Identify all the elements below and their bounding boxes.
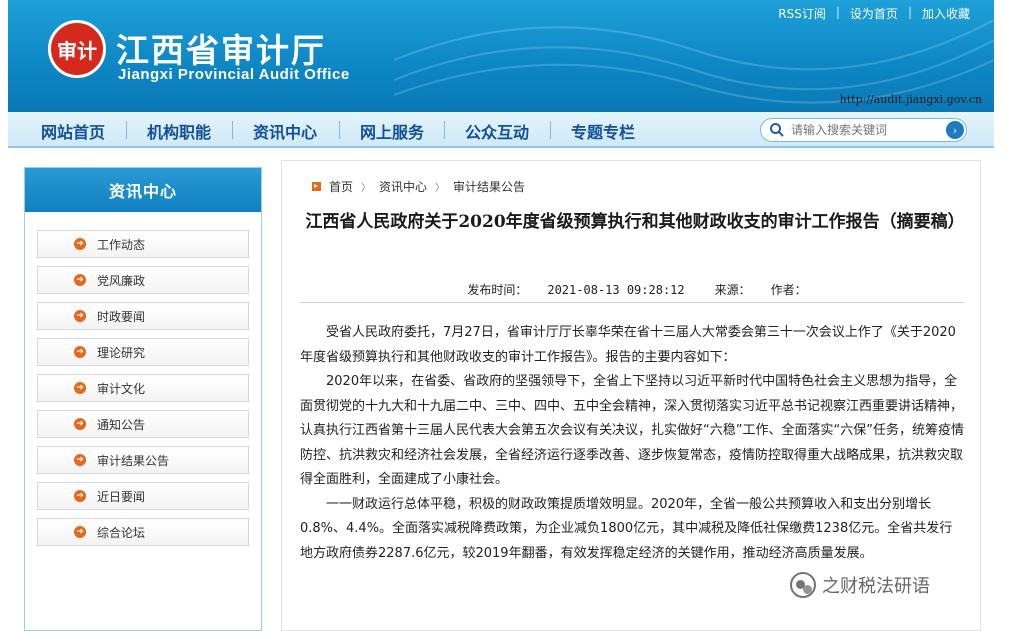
article-title: 江西省人民政府关于2020年度省级预算执行和其他财政收支的审计工作报告（摘要稿） — [305, 212, 965, 232]
sidebar-item-label: 审计文化 — [97, 381, 146, 396]
article-paragraph: 一一财政运行总体平稳，积极的财政政策提质增效明显。2020年，全省一般公共预算收… — [300, 496, 953, 561]
sidebar-item-current-affairs[interactable]: ➔ 时政要闻 — [37, 302, 249, 330]
nav-item-home[interactable]: 网站首页 — [41, 119, 105, 143]
sidebar-title: 资讯中心 — [25, 168, 261, 212]
sidebar-item-label: 党风廉政 — [97, 273, 146, 288]
wechat-icon — [790, 572, 816, 598]
sidebar-item-label: 工作动态 — [97, 237, 146, 252]
sidebar-item-work-news[interactable]: ➔ 工作动态 — [37, 230, 249, 258]
sidebar-item-label: 时政要闻 — [97, 309, 146, 324]
sidebar-item-label: 近日要闻 — [97, 489, 146, 504]
arrow-right-icon: ➔ — [74, 418, 86, 430]
sidebar-item-label: 审计结果公告 — [97, 453, 170, 468]
search-box: › — [760, 118, 967, 142]
author-label: 作者： — [770, 283, 807, 297]
arrow-right-icon: ➔ — [74, 310, 86, 322]
nav-separator — [232, 121, 233, 139]
search-submit-button[interactable]: › — [946, 121, 964, 139]
sidebar-item-forum[interactable]: ➔ 综合论坛 — [37, 518, 249, 546]
source-label: 来源： — [714, 283, 751, 297]
nav-item-online-service[interactable]: 网上服务 — [360, 119, 424, 143]
arrow-right-icon: ➔ — [74, 490, 86, 502]
title-divider — [300, 302, 964, 303]
publish-time: 发布时间： 2021-08-13 09:28:12 — [457, 283, 694, 297]
sidebar-item-label: 通知公告 — [97, 417, 146, 432]
nav-separator — [126, 121, 127, 139]
arrow-right-icon: ➔ — [74, 346, 86, 358]
sidebar-item-notices[interactable]: ➔ 通知公告 — [37, 410, 249, 438]
nav-item-organization[interactable]: 机构职能 — [147, 119, 211, 143]
audit-seal-logo[interactable]: 审计 — [48, 20, 106, 78]
breadcrumb-separator: 〉 — [361, 183, 372, 194]
breadcrumb-home[interactable]: 首页 — [329, 178, 353, 195]
site-name-cn[interactable]: 江西省审计厅 — [116, 24, 326, 72]
sidebar-item-audit-culture[interactable]: ➔ 审计文化 — [37, 374, 249, 402]
nav-separator — [339, 121, 340, 139]
publish-label: 发布时间： — [467, 283, 528, 297]
site-url: http://audit.jiangxi.gov.cn — [839, 93, 982, 106]
article-body: 受省人民政府委托，7月27日，省审计厅厅长辜华荣在省十三届人大常委会第三十一次会… — [300, 321, 964, 566]
nav-item-news-center[interactable]: 资讯中心 — [253, 119, 317, 143]
wechat-watermark: 之财税法研语 — [790, 572, 930, 598]
top-link-separator: | — [907, 5, 912, 19]
set-homepage-link[interactable]: 设为首页 — [850, 5, 898, 22]
sidebar-item-theory[interactable]: ➔ 理论研究 — [37, 338, 249, 366]
sidebar-item-label: 理论研究 — [97, 345, 146, 360]
breadcrumb: 首页 〉 资讯中心 〉 审计结果公告 — [312, 178, 525, 195]
arrow-right-icon: ➔ — [74, 274, 86, 286]
breadcrumb-news-center[interactable]: 资讯中心 — [379, 178, 427, 195]
sidebar: 资讯中心 ➔ 工作动态 ➔ 党风廉政 ➔ 时政要闻 ➔ 理论研究 ➔ 审计文化 ➔ 通知公告… — [24, 167, 262, 631]
arrow-right-icon: ➔ — [74, 526, 86, 538]
top-links: RSS订阅 | 设为首页 | 加入收藏 — [778, 5, 970, 22]
publish-value: 2021-08-13 09:28:12 — [547, 283, 685, 297]
breadcrumb-separator: 〉 — [435, 183, 446, 194]
breadcrumb-audit-results[interactable]: 审计结果公告 — [453, 178, 525, 195]
arrow-right-icon: ➔ — [74, 382, 86, 394]
nav-separator — [550, 121, 551, 139]
arrow-right-icon: ➔ — [74, 454, 86, 466]
arrow-right-icon: ➔ — [74, 238, 86, 250]
sidebar-item-audit-results[interactable]: ➔ 审计结果公告 — [37, 446, 249, 474]
sidebar-item-recent-news[interactable]: ➔ 近日要闻 — [37, 482, 249, 510]
search-icon — [770, 123, 784, 137]
top-link-separator: | — [835, 5, 840, 19]
nav-item-special-topics[interactable]: 专题专栏 — [571, 119, 635, 143]
article-panel: 首页 〉 资讯中心 〉 审计结果公告 江西省人民政府关于2020年度省级预算执行… — [281, 160, 981, 631]
sidebar-list: ➔ 工作动态 ➔ 党风廉政 ➔ 时政要闻 ➔ 理论研究 ➔ 审计文化 ➔ 通知公告 ➔ 审计结… — [37, 230, 249, 554]
seal-text: 审计 — [57, 38, 97, 63]
sidebar-item-integrity[interactable]: ➔ 党风廉政 — [37, 266, 249, 294]
article-meta: 发布时间： 2021-08-13 09:28:12 来源： 作者： — [282, 281, 982, 298]
site-header: 审计 江西省审计厅 Jiangxi Provincial Audit Offic… — [8, 0, 994, 112]
add-favorite-link[interactable]: 加入收藏 — [922, 5, 970, 22]
article-paragraph: 受省人民政府委托，7月27日，省审计厅厅长辜华荣在省十三届人大常委会第三十一次会… — [300, 325, 956, 365]
nav-separator — [444, 121, 445, 139]
breadcrumb-arrow-icon — [312, 182, 321, 191]
sidebar-item-label: 综合论坛 — [97, 525, 146, 540]
search-input[interactable] — [791, 123, 941, 137]
watermark-text: 之财税法研语 — [822, 576, 930, 597]
chevron-right-icon: › — [952, 123, 958, 137]
site-name-en: Jiangxi Provincial Audit Office — [118, 66, 350, 83]
rss-link[interactable]: RSS订阅 — [778, 5, 826, 22]
nav-item-public-interaction[interactable]: 公众互动 — [465, 119, 529, 143]
article-paragraph: 2020年以来，在省委、省政府的坚强领导下，全省上下坚持以习近平新时代中国特色社… — [300, 374, 964, 487]
